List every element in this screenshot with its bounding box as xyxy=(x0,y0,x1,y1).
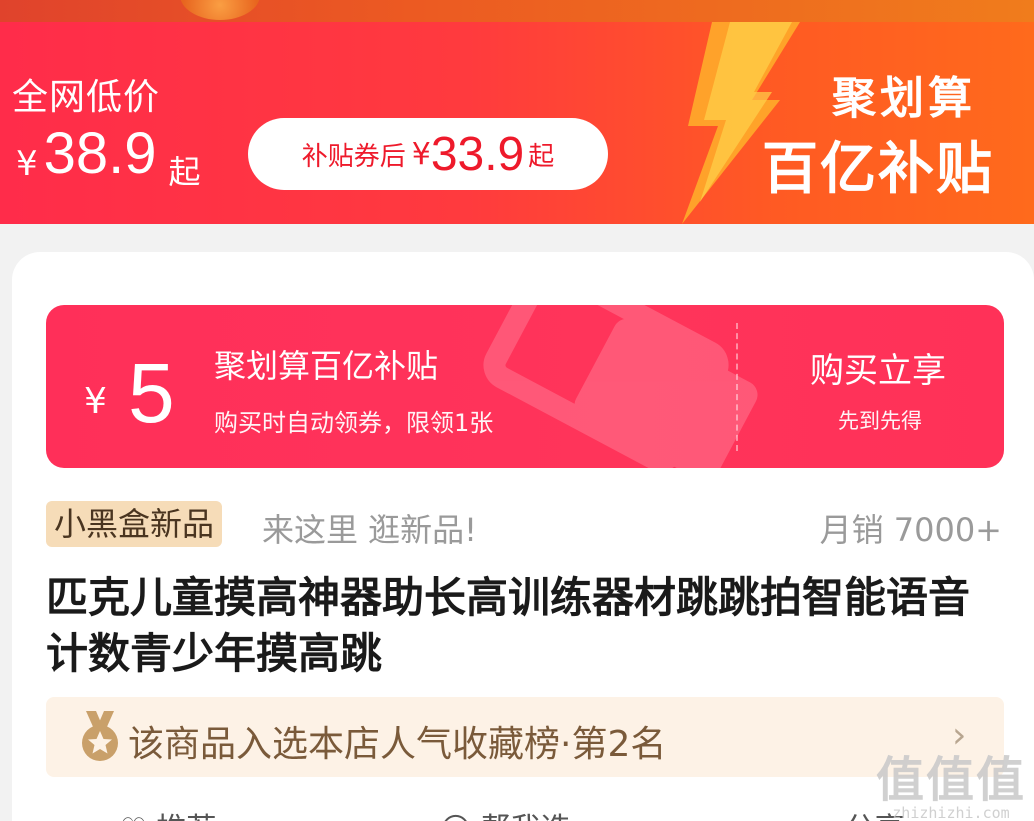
subsidy-coupon[interactable]: ¥ 5 聚划算百亿补贴 购买时自动领券，限领1张 购买立享 先到先得 xyxy=(46,305,1004,468)
lowest-price-label: 全网低价 xyxy=(12,77,161,118)
monthly-sales: 月销 7000+ xyxy=(819,511,1002,549)
coupon-currency: ¥ xyxy=(411,136,431,172)
subsidy-currency: ¥ xyxy=(84,381,107,422)
subsidy-description: 购买时自动领券，限领1张 xyxy=(214,409,494,437)
ticket-decoration-icon xyxy=(483,305,758,468)
subsidy-cta-button[interactable]: 购买立享 xyxy=(810,343,946,392)
recommend-button[interactable]: ♡ 推荐 xyxy=(120,804,216,821)
coupon-price-value: 33.9 xyxy=(430,127,525,181)
product-title: 匹克儿童摸高神器助长高训练器材跳跳拍智能语音计数青少年摸高跳 xyxy=(46,573,971,678)
coupon-price-label: 补贴券后 xyxy=(301,141,406,172)
ranking-banner[interactable]: 该商品入选本店人气收藏榜·第2名 › xyxy=(46,697,1004,777)
subsidy-title: 聚划算百亿补贴 xyxy=(214,347,439,385)
coin-decoration xyxy=(180,0,260,20)
medal-icon xyxy=(82,711,118,761)
coupon-divider xyxy=(736,323,738,451)
coupon-price-suffix: 起 xyxy=(528,141,555,172)
coupon-price-pill[interactable]: 补贴券后 ¥ 33.9 起 xyxy=(248,118,608,190)
watermark-url: zhizhizhi.com xyxy=(892,804,1010,821)
brand-line2: 百亿补贴 xyxy=(762,137,994,202)
price-value: 38.9 xyxy=(43,121,157,186)
price-banner: 全网低价 ¥38.9 起 补贴券后 ¥ 33.9 起 聚划算 百亿补贴 xyxy=(0,22,1034,224)
watermark-logo: 值值值 zhizhizhi.com xyxy=(876,740,1026,821)
brand-line1: 聚划算 xyxy=(832,73,976,124)
ranking-text: 该商品入选本店人气收藏榜·第2名 xyxy=(128,724,667,765)
watermark-big: 值值值 xyxy=(875,752,1026,808)
help-choose-button[interactable]: ☺ 帮我选 xyxy=(440,804,571,821)
price-suffix: 起 xyxy=(168,153,201,191)
help-choose-label: 帮我选 xyxy=(481,812,571,821)
new-product-slogan[interactable]: 来这里 逛新品! xyxy=(262,505,477,551)
subsidy-cta-subtext: 先到先得 xyxy=(838,409,922,433)
recommend-label: 推荐 xyxy=(156,812,216,821)
juhuasuan-brand-logo: 聚划算 百亿补贴 xyxy=(762,62,994,205)
new-product-tag[interactable]: 小黑盒新品 xyxy=(46,501,223,547)
subsidy-amount: 5 xyxy=(128,346,175,440)
main-price: ¥38.9 起 xyxy=(16,120,201,193)
currency-symbol: ¥ xyxy=(16,144,38,184)
top-strip xyxy=(0,0,1034,22)
